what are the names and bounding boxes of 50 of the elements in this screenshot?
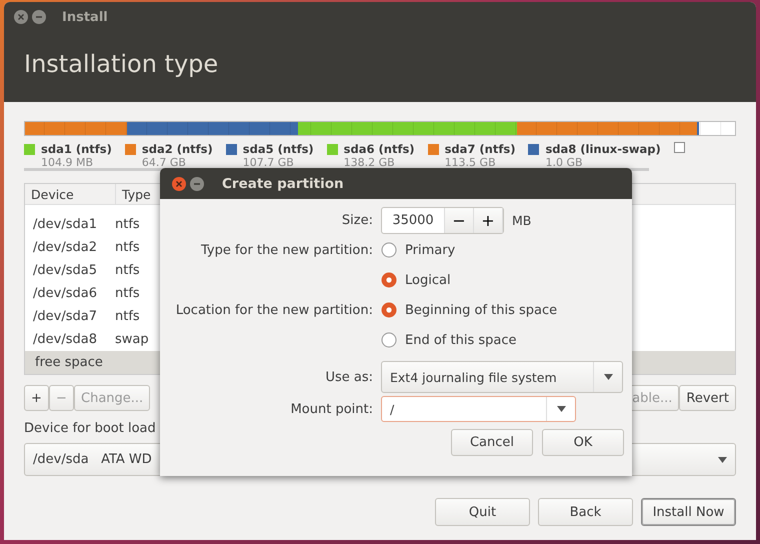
legend-label: sda5 (ntfs) — [242, 142, 314, 156]
location-label: Location for the new partition: — [174, 302, 373, 318]
mount-point-label: Mount point: — [290, 402, 373, 416]
dropdown-arrow-icon — [604, 374, 612, 380]
type-label: Type for the new partition: — [200, 242, 373, 258]
legend-label: sda7 (ntfs) — [444, 142, 516, 156]
window-title: Install — [62, 10, 108, 24]
add-button[interactable]: + — [24, 385, 49, 411]
use-as-label: Use as: — [324, 370, 373, 384]
size-spinner[interactable]: 35000 − + — [381, 206, 504, 234]
wizard-button[interactable]: Install Now — [641, 498, 736, 526]
size-label: Size: — [340, 212, 373, 228]
radio-option[interactable]: Beginning of this space — [381, 302, 632, 318]
dropdown-arrow-icon — [718, 456, 727, 462]
wizard-button[interactable]: Quit — [435, 498, 530, 526]
minimize-icon[interactable] — [190, 176, 204, 190]
revert-button[interactable]: Revert — [679, 385, 736, 411]
dialog-button[interactable]: Cancel — [451, 429, 533, 456]
radio-option[interactable]: End of this space — [381, 332, 632, 348]
partition-size: 113.5 GB — [444, 156, 497, 169]
dialog-button[interactable]: OK — [542, 429, 624, 456]
legend-label: sda2 (ntfs) — [142, 142, 213, 156]
wizard-button[interactable]: Back — [538, 498, 633, 526]
partition-size: 1.0 GB — [544, 156, 584, 169]
radio-icon[interactable] — [381, 332, 397, 348]
minimize-icon[interactable] — [32, 10, 46, 24]
partition-size: 138.2 GB — [342, 156, 396, 169]
use-as-dropdown[interactable]: Ext4 journaling file system — [381, 361, 623, 393]
radio-option[interactable]: Primary — [381, 242, 632, 258]
partition-size: 64.7 GB — [140, 156, 187, 169]
mount-point-field[interactable]: / — [381, 396, 576, 422]
unit-label: MB — [512, 212, 532, 228]
page-heading: Installation type — [23, 49, 220, 78]
radio-icon[interactable] — [381, 242, 397, 258]
radio-icon[interactable] — [381, 302, 397, 318]
radio-icon[interactable] — [381, 272, 397, 288]
close-icon[interactable] — [172, 176, 186, 190]
close-icon[interactable] — [14, 10, 28, 24]
legend-label: sda6 (ntfs) — [344, 142, 415, 156]
partition-size: 104.9 MB — [40, 156, 94, 169]
radio-option[interactable]: Logical — [381, 272, 632, 288]
column-header[interactable]: Device — [25, 184, 116, 204]
boot-loader-label: Device for boot load — [24, 421, 157, 436]
increase-button[interactable]: + — [474, 208, 503, 232]
dialog-title: Create partition — [222, 176, 344, 192]
legend-label: sda8 (linux-swap) — [545, 142, 661, 156]
legend-label: sda1 (ntfs) — [41, 142, 112, 156]
decrease-button[interactable]: − — [445, 208, 474, 232]
dropdown-arrow-icon — [556, 406, 566, 412]
partition-size: 107.7 GB — [242, 156, 295, 169]
